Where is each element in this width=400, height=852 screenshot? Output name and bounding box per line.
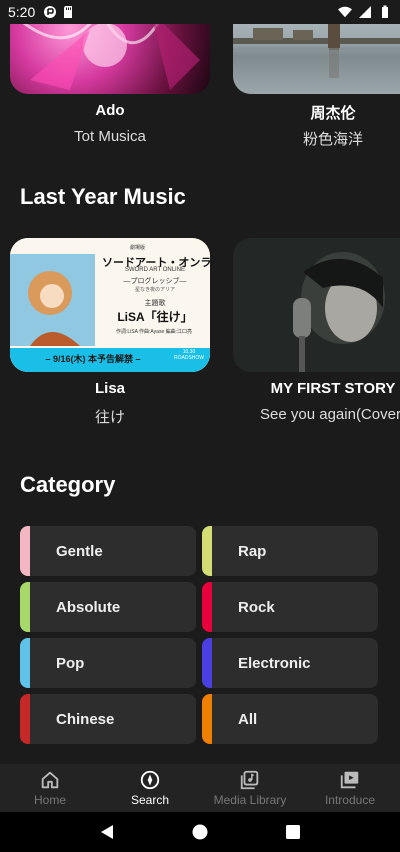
album-artist: 周杰伦 [310, 105, 356, 122]
category-electronic[interactable]: Electronic [202, 638, 378, 688]
album-song: See you again(Cover) [260, 406, 400, 423]
nav-label: Media Library [213, 793, 287, 807]
category-pop[interactable]: Pop [20, 638, 196, 688]
album-card-lisa[interactable]: 劇場版 ソードアート・オンライン SWORD ART ONLINE ―プログレッ… [10, 238, 210, 428]
home-button-icon[interactable] [191, 823, 209, 841]
category-label: Pop [56, 654, 85, 672]
category-label: Chinese [56, 710, 115, 728]
category-label: Rap [238, 542, 267, 560]
poster-line1: 劇場版 [130, 245, 146, 251]
singer-photo-artwork [233, 238, 400, 372]
album-card-my-first-story[interactable]: MY FIRST STORY See you again(Cover) [233, 238, 400, 428]
recents-icon[interactable] [284, 823, 302, 841]
album-card-jay-chou[interactable]: 周杰伦 粉色海洋 [233, 24, 400, 150]
category-color-bar [202, 694, 212, 744]
nav-label: Search [130, 793, 170, 807]
category-label: Absolute [56, 598, 121, 616]
album-art [233, 238, 400, 372]
battery-icon [382, 5, 388, 18]
category-label: Gentle [56, 542, 103, 560]
status-notification-icons [43, 5, 75, 19]
album-artist: Lisa [94, 380, 125, 397]
status-system-icons [338, 5, 392, 19]
nav-media-library[interactable]: Media Library [200, 764, 300, 812]
category-color-bar [202, 526, 212, 576]
home-icon [41, 771, 59, 789]
album-art [233, 24, 400, 94]
back-icon[interactable] [98, 823, 116, 841]
category-label: Electronic [238, 654, 311, 672]
category-all[interactable]: All [202, 694, 378, 744]
category-rap[interactable]: Rap [202, 526, 378, 576]
media-library-icon [240, 770, 259, 790]
status-time: 5:20 [8, 4, 36, 20]
category-gentle[interactable]: Gentle [20, 526, 196, 576]
pocket-casts-icon [44, 6, 57, 18]
category-chinese[interactable]: Chinese [20, 694, 196, 744]
category-color-bar [20, 638, 30, 688]
category-color-bar [20, 582, 30, 632]
poster-line4: ―プログレッシブ― [123, 278, 187, 285]
bottom-nav: Home Search Media Library Introduce [0, 764, 400, 812]
album-art: 劇場版 ソードアート・オンライン SWORD ART ONLINE ―プログレッ… [10, 238, 210, 372]
nav-search[interactable]: Search [100, 764, 200, 812]
poster-line6: 主題歌 [144, 300, 166, 307]
category-rock[interactable]: Rock [202, 582, 378, 632]
album-artist: Ado [95, 102, 125, 119]
poster-banner-right: 10.30 ROADSHOW [174, 349, 204, 361]
wifi-icon [338, 6, 352, 18]
nav-home[interactable]: Home [0, 764, 100, 812]
cell-signal-icon [359, 6, 371, 18]
category-color-bar [20, 526, 30, 576]
poster-line8: 作詞:LiSA 作曲:Ayase 編曲:江口亮 [115, 329, 193, 335]
poster-line5: 星なき夜のアリア [134, 287, 175, 293]
album-song: Tot Musica [74, 128, 146, 145]
compass-icon [140, 770, 160, 790]
seaside-artwork [233, 24, 400, 94]
introduce-icon [340, 771, 359, 789]
poster-banner: – 9/16(木) 本予告解禁 – [45, 354, 141, 364]
poster-line7: LiSA「往け」 [117, 310, 193, 324]
nav-label: Home [33, 793, 66, 807]
category-color-bar [20, 694, 30, 744]
poster-line3: SWORD ART ONLINE [124, 267, 186, 273]
section-title-category: Category [20, 472, 116, 497]
status-bar: 5:20 [0, 0, 400, 24]
category-label: Rock [238, 598, 275, 616]
category-color-bar [202, 638, 212, 688]
content-scroll[interactable]: Ado Tot Musica 周杰伦 粉色海洋 Last Year Music [0, 24, 400, 764]
album-song: 粉色海洋 [302, 131, 363, 148]
category-absolute[interactable]: Absolute [20, 582, 196, 632]
album-artist: MY FIRST STORY [270, 380, 396, 397]
category-color-bar [202, 582, 212, 632]
system-nav-bar [0, 812, 400, 852]
anime-artwork [22, 24, 200, 90]
category-label: All [238, 710, 258, 728]
album-art [10, 24, 210, 94]
nav-introduce[interactable]: Introduce [300, 764, 400, 812]
album-card-ado[interactable]: Ado Tot Musica [10, 24, 210, 150]
album-song: 往け [94, 409, 125, 426]
section-title-last-year: Last Year Music [20, 184, 186, 209]
nav-label: Introduce [324, 793, 376, 807]
sd-card-icon [64, 6, 73, 18]
